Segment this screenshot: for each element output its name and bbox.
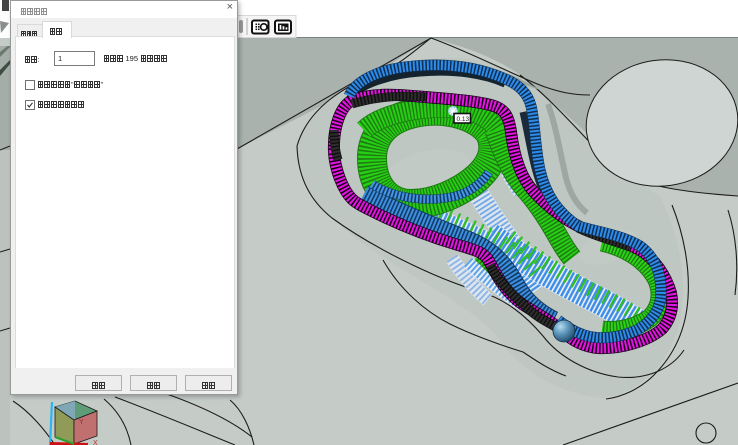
svg-text:Y: Y	[79, 419, 84, 426]
svg-text:X: X	[93, 440, 98, 445]
svg-text:0.13: 0.13	[457, 116, 470, 123]
